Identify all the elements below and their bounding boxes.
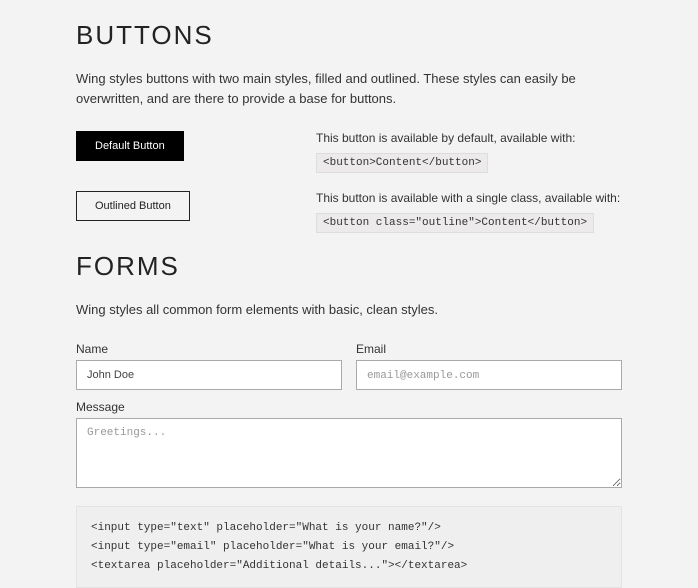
forms-heading: FORMS [76, 251, 622, 282]
name-input[interactable] [76, 360, 342, 390]
outlined-button[interactable]: Outlined Button [76, 191, 190, 221]
outlined-button-row: Outlined Button This button is available… [76, 191, 622, 233]
default-button-code: <button>Content</button> [316, 153, 488, 173]
email-input[interactable] [356, 360, 622, 390]
email-label: Email [356, 342, 622, 356]
forms-intro: Wing styles all common form elements wit… [76, 300, 596, 320]
buttons-intro: Wing styles buttons with two main styles… [76, 69, 596, 109]
message-textarea[interactable] [76, 418, 622, 488]
default-button-row: Default Button This button is available … [76, 131, 622, 173]
outlined-button-desc: This button is available with a single c… [316, 191, 622, 205]
outlined-button-code: <button class="outline">Content</button> [316, 213, 594, 233]
forms-code-block: <input type="text" placeholder="What is … [76, 506, 622, 588]
name-label: Name [76, 342, 342, 356]
default-button[interactable]: Default Button [76, 131, 184, 161]
buttons-heading: BUTTONS [76, 20, 622, 51]
default-button-desc: This button is available by default, ava… [316, 131, 622, 145]
message-label: Message [76, 400, 622, 414]
